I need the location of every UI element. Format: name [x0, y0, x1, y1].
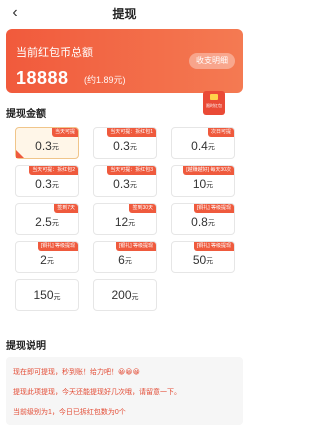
withdraw-option[interactable]: 当天可提：拆红包1 0.3 元 [93, 127, 157, 159]
income-detail-button[interactable]: 收支明细 [189, 53, 235, 69]
withdraw-option-amount: 2.5 [35, 214, 52, 229]
withdraw-option-unit: 元 [129, 182, 137, 189]
withdraw-option-unit: 元 [129, 144, 137, 151]
withdraw-option-tag: 当天可提：拆红包2 [29, 166, 78, 175]
withdraw-option-amount: 0.3 [113, 138, 130, 153]
withdraw-option-tag: 签到7天 [54, 204, 78, 213]
withdraw-option-tag: 签到30天 [129, 204, 156, 213]
withdraw-option-unit: 元 [207, 144, 215, 151]
red-envelope-icon [210, 94, 218, 100]
withdraw-option-unit: 元 [46, 258, 54, 265]
instruction-line: 提现此项提现，今天还能提现好几次哦，请留意一下。 [13, 389, 181, 396]
withdraw-option-amount: 10 [192, 176, 207, 191]
withdraw-option-unit: 元 [131, 293, 139, 301]
withdraw-option-amount: 0.4 [191, 138, 208, 153]
withdraw-option-amount: 50 [192, 252, 207, 267]
withdraw-option[interactable]: 200 元 [93, 279, 157, 311]
withdraw-option[interactable]: 150 元 [15, 279, 79, 311]
withdraw-option-amount: 2 [40, 252, 47, 267]
withdraw-option-amount: 6 [118, 252, 125, 267]
withdraw-option-amount: 12 [114, 214, 129, 229]
withdraw-option-unit: 元 [51, 144, 59, 151]
withdraw-option[interactable]: [铜礼] 等级提现 0.8 元 [171, 203, 235, 235]
withdraw-option-tag: 当天可提：拆红包3 [107, 166, 156, 175]
withdraw-option-tag: [铜礼] 等级提现 [37, 242, 78, 251]
top-bar: ‹ 提现 [0, 0, 249, 26]
withdraw-option-unit: 元 [128, 220, 136, 227]
withdraw-option-unit: 元 [51, 182, 59, 189]
limited-red-envelope-label: 限时红包 [206, 103, 222, 108]
withdraw-option-amount: 0.3 [35, 138, 52, 153]
withdraw-option-tag: [铜礼] 等级提现 [193, 204, 234, 213]
withdraw-option-unit: 元 [124, 258, 132, 265]
chevron-left-icon: ‹ [12, 4, 18, 21]
withdraw-option[interactable]: [越赚越好] 每天30次 10 元 [171, 165, 235, 197]
withdraw-option[interactable]: 签到30天 12 元 [93, 203, 157, 235]
withdraw-section-title: 提现金额 [6, 109, 46, 120]
withdraw-option[interactable]: [银礼] 等级提现 6元 [93, 241, 157, 273]
withdraw-option-tag: [铜礼] 等级提现 [193, 242, 234, 251]
withdraw-option[interactable]: 次日可提 0.4 元 [171, 127, 235, 159]
balance-label: 当前红包币总额 [16, 47, 93, 59]
balance-amount: 18888 [16, 68, 69, 88]
withdraw-option-tag: [越赚越好] 每天30次 [183, 166, 234, 175]
instruction-line: 当前级别为1，今日已拆红包数为0个 [13, 409, 126, 416]
withdraw-option[interactable]: 签到7天 2.5 元 [15, 203, 79, 235]
withdraw-option-amount: 150 [33, 288, 54, 302]
withdraw-option-unit: 元 [206, 258, 214, 265]
withdraw-option-amount: 0.3 [35, 176, 52, 191]
selected-corner-icon [16, 150, 24, 158]
withdraw-option-tag: 当天可提 [51, 128, 78, 137]
withdraw-option-unit: 元 [207, 220, 215, 227]
balance-banner: 当前红包币总额 18888 (约1.89元) 收支明细 [6, 29, 243, 93]
withdraw-option-amount: 0.3 [113, 176, 130, 191]
balance-sub: (约1.89元) [84, 75, 126, 85]
withdraw-option[interactable]: [铜礼] 等级提现 50 元 [171, 241, 235, 273]
withdraw-option-unit: 元 [53, 293, 61, 301]
withdraw-option[interactable]: [铜礼] 等级提现 2元 [15, 241, 79, 273]
withdraw-option-tag: 当天可提：拆红包1 [107, 128, 156, 137]
withdraw-option[interactable]: 当天可提：拆红包2 0.3 元 [15, 165, 79, 197]
withdraw-option-unit: 元 [206, 182, 214, 189]
withdraw-option-tag: [银礼] 等级提现 [115, 242, 156, 251]
instruction-line: 现在即可提现，秒到账！给力吧！😀😀😀 [13, 369, 140, 376]
instructions-title: 提现说明 [6, 341, 46, 352]
withdraw-option-unit: 元 [51, 220, 59, 227]
back-button[interactable]: ‹ [6, 4, 24, 22]
withdraw-option-tag: 次日可提 [207, 128, 234, 137]
instructions-box: 现在即可提现，秒到账！给力吧！😀😀😀 提现此项提现，今天还能提现好几次哦，请留意… [6, 357, 243, 425]
withdraw-option[interactable]: 当天可提：拆红包3 0.3 元 [93, 165, 157, 197]
withdraw-option-amount: 0.8 [191, 214, 208, 229]
withdraw-option[interactable]: 当天可提 0.3 元 [15, 127, 79, 159]
page-title: 提现 [112, 6, 137, 21]
withdraw-option-amount: 200 [111, 288, 132, 302]
limited-red-envelope-badge[interactable]: 限时红包 [203, 91, 225, 115]
